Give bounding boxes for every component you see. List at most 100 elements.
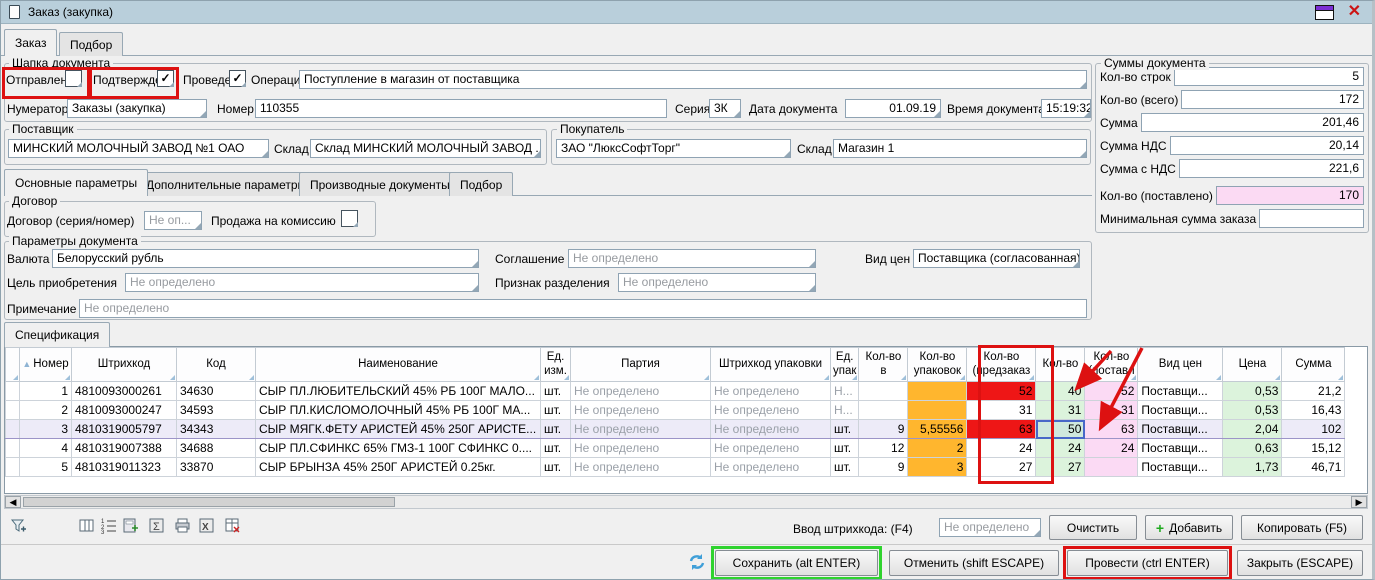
cell-pack_barcode[interactable]: Не определено bbox=[711, 458, 831, 477]
close-doc-button[interactable]: Закрыть (ESCAPE) bbox=[1237, 550, 1363, 576]
column-header-price_type[interactable]: Вид цен bbox=[1138, 348, 1223, 382]
scroll-left-icon[interactable]: ◀ bbox=[5, 496, 21, 508]
sum-total-qty-field[interactable]: 172 bbox=[1181, 90, 1364, 109]
cell-sum[interactable]: 21,2 bbox=[1282, 382, 1345, 401]
cell-batch[interactable]: Не определено bbox=[571, 458, 711, 477]
cell-price_type[interactable]: Поставщи... bbox=[1138, 401, 1223, 420]
cell-num[interactable]: 2 bbox=[20, 401, 72, 420]
cell-pack_qty[interactable] bbox=[908, 401, 967, 420]
cell-price[interactable]: 0,53 bbox=[1223, 382, 1282, 401]
cell-name[interactable]: СЫР ПЛ.КИСЛОМОЛОЧНЫЙ 45% РБ 100Г МА... bbox=[256, 401, 541, 420]
cell-batch[interactable]: Не определено bbox=[571, 420, 711, 439]
refresh-icon[interactable] bbox=[687, 552, 706, 571]
cell-sel[interactable] bbox=[6, 401, 20, 420]
cell-price_type[interactable]: Поставщи... bbox=[1138, 439, 1223, 458]
save-button[interactable]: Сохранить (alt ENTER) bbox=[715, 550, 878, 576]
cell-name[interactable]: СЫР ПЛ.СФИНКС 65% ГМЗ-1 100Г СФИНКС 0...… bbox=[256, 439, 541, 458]
tab-main-params[interactable]: Основные параметры bbox=[4, 169, 148, 196]
cell-name[interactable]: СЫР МЯГК.ФЕТУ АРИСТЕЙ 45% 250Г АРИСТЕ... bbox=[256, 420, 541, 439]
cell-price[interactable]: 2,04 bbox=[1223, 420, 1282, 439]
cell-sum[interactable]: 102 bbox=[1282, 420, 1345, 439]
table-hscrollbar[interactable]: ◀ ▶ bbox=[4, 495, 1368, 509]
print-icon[interactable] bbox=[173, 516, 192, 535]
cell-qty_in[interactable]: 9 bbox=[859, 420, 908, 439]
cell-sel[interactable] bbox=[6, 439, 20, 458]
table-row[interactable]: 2481009300024734593СЫР ПЛ.КИСЛОМОЛОЧНЫЙ … bbox=[6, 401, 1345, 420]
series-field[interactable]: 3К bbox=[709, 99, 741, 118]
cell-qty_delivered[interactable]: 31 bbox=[1085, 401, 1138, 420]
tab-derived-docs[interactable]: Производные документы bbox=[299, 172, 461, 196]
cell-qty_preorder[interactable]: 31 bbox=[967, 401, 1036, 420]
doc-date-field[interactable]: 01.09.19 bbox=[845, 99, 941, 118]
confirmed-checkbox[interactable]: ✓ bbox=[157, 70, 174, 87]
cell-price_type[interactable]: Поставщи... bbox=[1138, 458, 1223, 477]
cell-price[interactable]: 0,53 bbox=[1223, 401, 1282, 420]
column-header-barcode[interactable]: Штрихкод bbox=[72, 348, 177, 382]
close-button[interactable]: ✕ bbox=[1348, 2, 1361, 22]
cell-code[interactable]: 34593 bbox=[177, 401, 256, 420]
cell-unit[interactable]: шт. bbox=[541, 420, 571, 439]
cell-unit[interactable]: шт. bbox=[541, 458, 571, 477]
cell-price_type[interactable]: Поставщи... bbox=[1138, 382, 1223, 401]
column-header-pack_unit[interactable]: Ед. упак bbox=[831, 348, 859, 382]
cell-qty[interactable]: 27 bbox=[1036, 458, 1085, 477]
cell-unit[interactable]: шт. bbox=[541, 401, 571, 420]
cell-qty_preorder[interactable]: 24 bbox=[967, 439, 1036, 458]
barcode-entry-field[interactable]: Не определено bbox=[939, 518, 1041, 537]
column-header-num[interactable]: ▲Номер bbox=[20, 348, 72, 382]
filter-add-icon[interactable] bbox=[9, 516, 28, 535]
table-row[interactable]: 1481009300026134630СЫР ПЛ.ЛЮБИТЕЛЬСКИЙ 4… bbox=[6, 382, 1345, 401]
column-header-code[interactable]: Код bbox=[177, 348, 256, 382]
operation-field[interactable]: Поступление в магазин от поставщика bbox=[299, 70, 1087, 89]
contract-field[interactable]: Не оп... bbox=[144, 211, 202, 230]
cell-qty_in[interactable] bbox=[859, 382, 908, 401]
column-header-batch[interactable]: Партия bbox=[571, 348, 711, 382]
tab-extra-params[interactable]: Дополнительные параметры bbox=[135, 172, 317, 196]
cell-unit[interactable]: шт. bbox=[541, 382, 571, 401]
column-header-name[interactable]: Наименование bbox=[256, 348, 541, 382]
sum-sigma-icon[interactable]: Σ bbox=[147, 516, 166, 535]
sum-delivered-field[interactable]: 170 bbox=[1216, 186, 1364, 205]
cell-qty[interactable]: 40 bbox=[1036, 382, 1085, 401]
cell-code[interactable]: 34630 bbox=[177, 382, 256, 401]
numbered-list-icon[interactable]: 123 bbox=[99, 516, 118, 535]
cell-qty_in[interactable]: 9 bbox=[859, 458, 908, 477]
cell-batch[interactable]: Не определено bbox=[571, 439, 711, 458]
sum-amount-field[interactable]: 201,46 bbox=[1141, 113, 1364, 132]
cell-qty_preorder[interactable]: 63 bbox=[967, 420, 1036, 439]
division-field[interactable]: Не определено bbox=[618, 273, 816, 292]
posted-checkbox[interactable]: ✓ bbox=[229, 70, 246, 87]
column-header-qty[interactable]: Кол-во bbox=[1036, 348, 1085, 382]
cell-price_type[interactable]: Поставщи... bbox=[1138, 420, 1223, 439]
cell-barcode[interactable]: 4810093000247 bbox=[72, 401, 177, 420]
cell-pack_unit[interactable]: Н... bbox=[831, 401, 859, 420]
cell-price[interactable]: 1,73 bbox=[1223, 458, 1282, 477]
cell-num[interactable]: 3 bbox=[20, 420, 72, 439]
cell-qty_preorder[interactable]: 27 bbox=[967, 458, 1036, 477]
scroll-right-icon[interactable]: ▶ bbox=[1351, 496, 1367, 508]
commission-checkbox[interactable] bbox=[341, 210, 358, 227]
copy-button[interactable]: Копировать (F5) bbox=[1241, 515, 1363, 540]
columns-icon[interactable] bbox=[77, 516, 96, 535]
tab-order[interactable]: Заказ bbox=[4, 29, 57, 56]
cell-batch[interactable]: Не определено bbox=[571, 382, 711, 401]
add-button[interactable]: +Добавить bbox=[1145, 515, 1233, 540]
cell-barcode[interactable]: 4810319011323 bbox=[72, 458, 177, 477]
cell-pack_qty[interactable]: 5,55556 bbox=[908, 420, 967, 439]
column-header-qty_in[interactable]: Кол-во в bbox=[859, 348, 908, 382]
tab-specification[interactable]: Спецификация bbox=[4, 322, 110, 347]
table-row[interactable]: 5481031901132333870СЫР БРЫНЗА 45% 250Г А… bbox=[6, 458, 1345, 477]
cell-pack_unit[interactable]: шт. bbox=[831, 458, 859, 477]
column-header-sum[interactable]: Сумма bbox=[1282, 348, 1345, 382]
cell-code[interactable]: 34343 bbox=[177, 420, 256, 439]
excel-export-icon[interactable]: X bbox=[197, 516, 216, 535]
calculator-add-icon[interactable] bbox=[121, 516, 140, 535]
cell-pack_unit[interactable]: шт. bbox=[831, 439, 859, 458]
note-field[interactable]: Не определено bbox=[79, 299, 1087, 318]
table-row[interactable]: 4481031900738834688СЫР ПЛ.СФИНКС 65% ГМЗ… bbox=[6, 439, 1345, 458]
cell-code[interactable]: 33870 bbox=[177, 458, 256, 477]
column-header-pack_barcode[interactable]: Штрихкод упаковки bbox=[711, 348, 831, 382]
cell-name[interactable]: СЫР ПЛ.ЛЮБИТЕЛЬСКИЙ 45% РБ 100Г МАЛО... bbox=[256, 382, 541, 401]
table-settings-icon[interactable] bbox=[223, 516, 242, 535]
cell-batch[interactable]: Не определено bbox=[571, 401, 711, 420]
